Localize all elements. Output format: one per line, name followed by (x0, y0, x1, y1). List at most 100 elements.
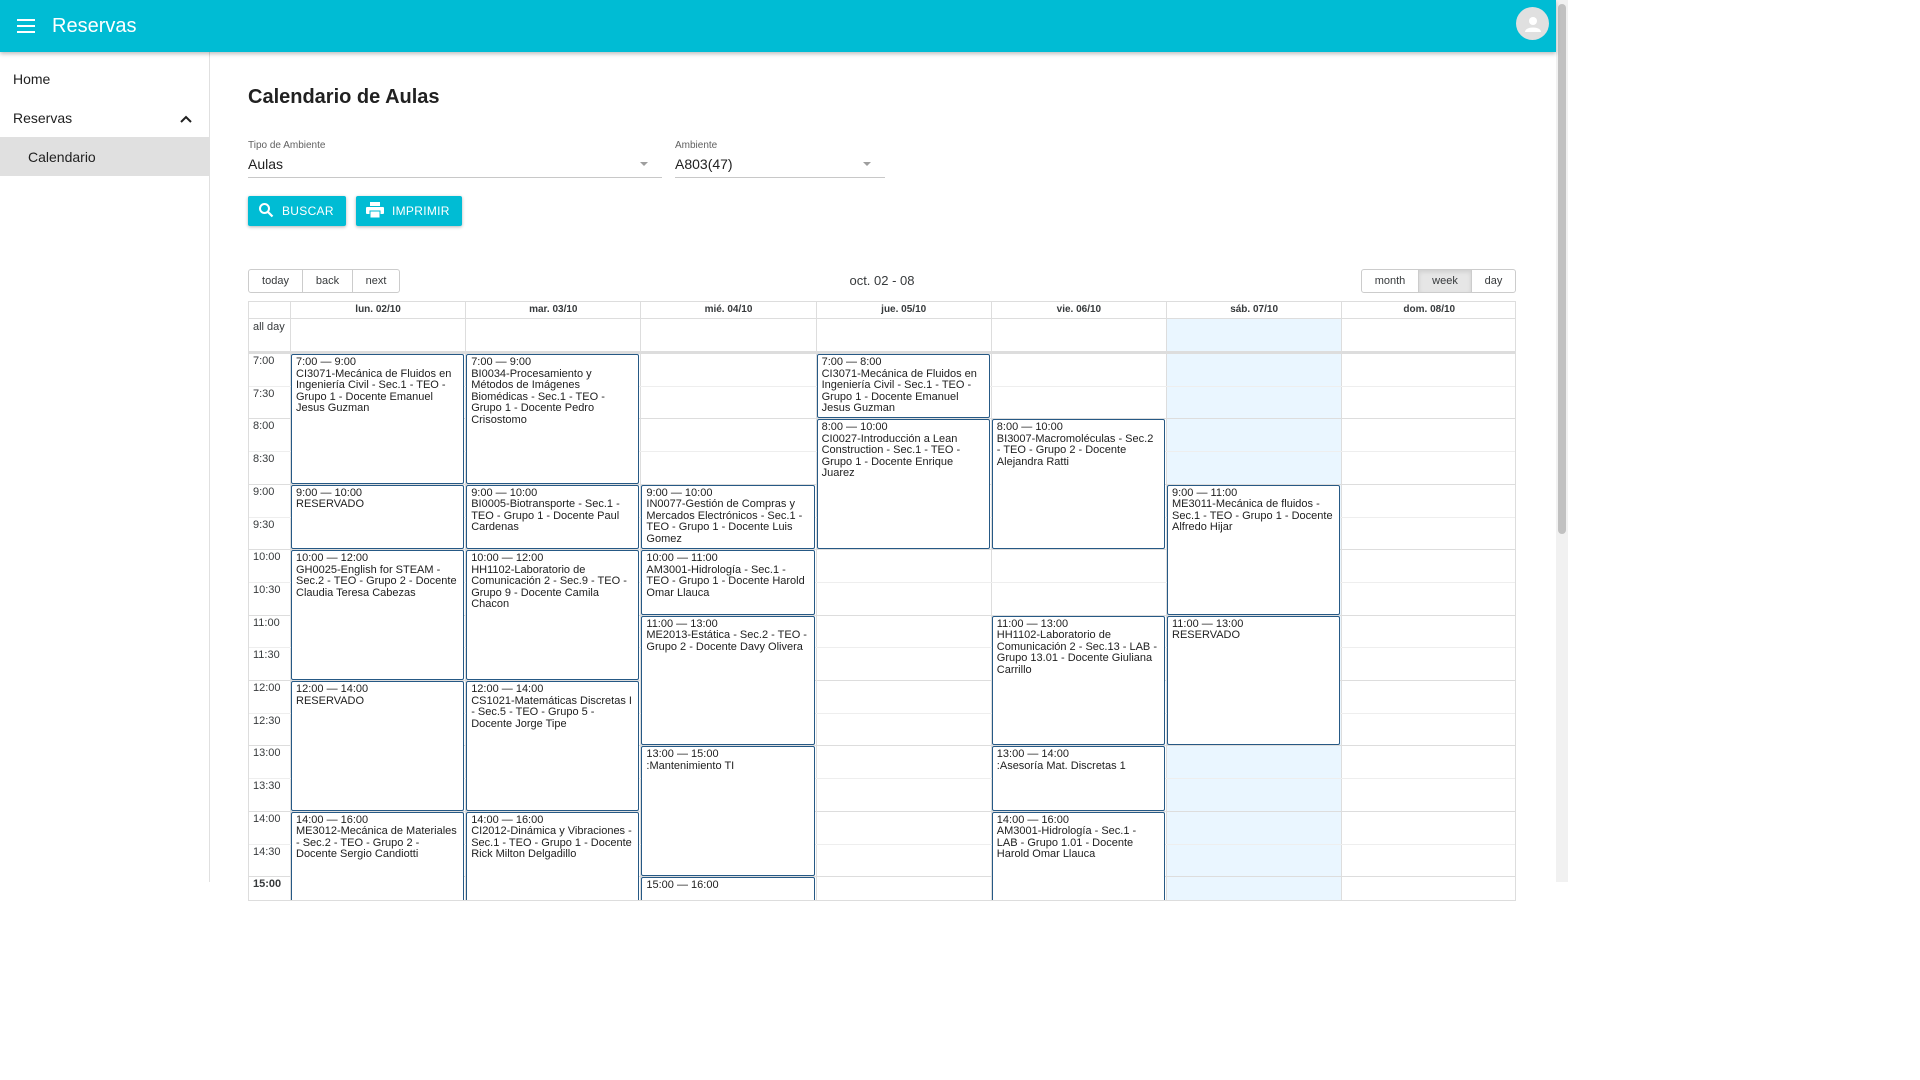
calendar-toolbar: today back next oct. 02 - 08 month week … (248, 269, 1516, 293)
calendar-event[interactable]: 13:00 — 14:00:Asesoría Mat. Discretas 1 (991, 746, 1165, 811)
day-header[interactable]: vie. 06/10 (990, 302, 1166, 319)
day-header[interactable]: lun. 02/10 (290, 302, 465, 319)
day-header[interactable]: dom. 08/10 (1341, 302, 1515, 319)
next-button[interactable]: next (352, 269, 400, 293)
event-title: ME2013-Estática - Sec.2 - TEO - Grupo 2 … (646, 629, 807, 653)
ambiente-label: Ambiente (675, 140, 718, 151)
calendar-event[interactable]: 8:00 — 10:00 CI0027-Introducción a Lean C… (816, 419, 990, 550)
event-time: 10:00 — 12:00 (296, 552, 369, 565)
all-day-cell[interactable] (640, 319, 815, 351)
time-label: 13:00 (253, 747, 281, 760)
day-header-row: lun. 02/10 mar. 03/10 mié. 04/10 jue. 05/10… (249, 302, 1515, 319)
day-column[interactable] (1341, 353, 1515, 900)
calendar-event[interactable]: 11:00 — 13:00 ME2013-Estática - Sec.2 - T… (641, 615, 815, 746)
event-title: AM3001-Hidrología - Sec.1 - LAB - Grupo … (996, 825, 1137, 861)
calendar-event[interactable]: 7:00 — 8:00 CI3071-Mecánica de Fluidos en… (816, 354, 990, 419)
time-label: 12:30 (253, 714, 281, 727)
search-icon (258, 202, 274, 221)
all-day-label: all day (253, 321, 285, 333)
event-title: ME3012-Mecánica de Materiales - Sec.2 - … (296, 825, 457, 861)
event-title: CS1021-Matemáticas Discretas I - Sec.5 -… (471, 694, 632, 730)
day-header[interactable]: sáb. 07/10 (1166, 302, 1341, 319)
day-header[interactable]: mar. 03/10 (465, 302, 640, 319)
event-title: HH1102-Laboratorio de Comunicación 2 - S… (471, 563, 627, 611)
time-label: 10:00 (253, 551, 281, 564)
chevron-up-icon (180, 110, 192, 126)
scrollbar-thumb[interactable] (1558, 4, 1566, 534)
day-header[interactable]: mié. 04/10 (640, 302, 815, 319)
calendar-event[interactable]: 14:00 — 16:00 CI2012-Dinámica y Vibracion… (466, 811, 640, 900)
event-time: 7:00 — 9:00 (296, 356, 356, 368)
sidebar-item-calendario[interactable]: Calendario (0, 137, 209, 176)
view-week-button[interactable]: week (1418, 269, 1472, 293)
event-title: BI3007-Macromoléculas - Sec.2 - TEO - Gr… (996, 432, 1154, 468)
event-title: BI0005-Biotransporte - Sec.1 - TEO - Gru… (471, 498, 620, 534)
sidebar: Home Reservas Calendario (0, 52, 210, 882)
time-label: 14:00 (253, 812, 281, 825)
event-title: CI3071-Mecánica de Fluidos en Ingeniería… (296, 367, 452, 414)
time-label: 9:30 (253, 518, 275, 531)
event-title: CI0027-Introducción a Lean Construction … (821, 432, 961, 480)
imprimir-button[interactable]: IMPRIMIR (356, 196, 462, 226)
time-label: 12:00 (253, 682, 281, 694)
imprimir-label: IMPRIMIR (392, 204, 450, 218)
all-day-cell[interactable] (1166, 319, 1342, 351)
all-day-cell[interactable] (290, 319, 465, 351)
calendar-event[interactable]: 10:00 — 11:00 AM3001-Hidrología - Sec.1 -… (641, 550, 815, 615)
event-title: RESERVADO (296, 498, 365, 511)
ambiente-value: A803(47) (675, 156, 733, 172)
event-title: RESERVADO (1172, 629, 1241, 642)
time-label: 14:30 (253, 845, 281, 858)
event-title: AM3001-Hidrología - Sec.1 - TEO - Grupo … (646, 563, 805, 599)
buscar-button[interactable]: BUSCAR (248, 196, 346, 226)
view-month-button[interactable]: month (1361, 269, 1419, 293)
event-time: 7:00 — 9:00 (471, 356, 532, 368)
time-label: 7:00 (253, 355, 275, 367)
calendar-event[interactable]: 7:00 — 9:00 CI3071-Mecánica de Fluidos en… (291, 354, 465, 484)
dropdown-arrow-icon (863, 162, 871, 166)
sidebar-item-label: Calendario (28, 148, 96, 165)
calendar-event[interactable]: 7:00 — 9:00 BI0034-Procesamiento y Método… (466, 354, 640, 484)
ambiente-select[interactable]: Ambiente A803(47) (675, 140, 885, 178)
calendar-event[interactable]: 14:00 — 16:00 AM3001-Hidrología - Sec.1 -… (991, 811, 1165, 900)
all-day-cell[interactable] (815, 319, 991, 351)
tipo-ambiente-select[interactable]: Tipo de Ambiente Aulas (248, 140, 662, 178)
calendar-event[interactable]: 10:00 — 12:00 HH1102-Laboratorio de Comun… (466, 550, 640, 680)
calendar-event[interactable]: 9:00 — 10:00 BI0005-Biotransporte - Sec.1… (466, 484, 640, 550)
sidebar-item-home[interactable]: Home (0, 59, 209, 98)
sidebar-item-reservas[interactable]: Reservas (0, 98, 209, 137)
view-day-button[interactable]: day (1471, 269, 1516, 293)
event-title: ME3011-Mecánica de fluidos - Sec.1 - TEO… (1172, 498, 1333, 534)
calendar-event[interactable]: 9:00 — 10:00 IN0077-Gestión de Compras y … (641, 484, 815, 550)
calendar-event[interactable]: 12:00 — 14:00 RESERVADO (291, 681, 465, 811)
account-circle-icon[interactable] (1516, 7, 1549, 40)
calendar-event[interactable]: 8:00 — 10:00 BI3007-Macromoléculas - Sec.… (991, 419, 1165, 550)
buscar-label: BUSCAR (282, 204, 334, 218)
all-day-cell[interactable] (990, 319, 1166, 351)
tipo-ambiente-label: Tipo de Ambiente (248, 140, 326, 151)
calendar-event[interactable]: 13:00 — 15:00:Mantenimiento TI (641, 746, 815, 877)
today-button[interactable]: today (248, 269, 303, 293)
calendar-event[interactable]: 11:00 — 13:00 RESERVADO (1167, 615, 1341, 746)
calendar-event[interactable]: 10:00 — 12:00 GH0025-English for STEAM - … (291, 550, 465, 680)
calendar-event[interactable]: 9:00 — 11:00 ME3011-Mecánica de fluidos -… (1167, 484, 1341, 615)
print-icon (366, 201, 384, 221)
day-header[interactable]: jue. 05/10 (815, 302, 991, 319)
event-time: 10:00 — 12:00 (471, 552, 544, 565)
menu-icon[interactable] (0, 0, 52, 52)
all-day-cell[interactable] (1341, 319, 1515, 351)
dropdown-arrow-icon (640, 162, 648, 166)
all-day-cell[interactable] (465, 319, 640, 351)
calendar-event[interactable]: 11:00 — 13:00 HH1102-Laboratorio de Comun… (991, 615, 1165, 746)
tipo-ambiente-value: Aulas (248, 156, 284, 172)
calendar-event[interactable]: 15:00 — 16:00 (641, 877, 815, 900)
calendar-event[interactable]: 14:00 — 16:00 ME3012-Mecánica de Material… (291, 811, 465, 900)
event-title: CI2012-Dinámica y Vibraciones - Sec.1 - … (471, 825, 632, 861)
back-button[interactable]: back (302, 269, 353, 293)
calendar-event[interactable]: 12:00 — 14:00 CS1021-Matemáticas Discreta… (466, 681, 640, 811)
page-scrollbar[interactable] (1556, 0, 1568, 882)
calendar-event[interactable]: 9:00 — 10:00 RESERVADO (291, 484, 465, 550)
page-title: Calendario de Aulas (248, 86, 440, 108)
nav-button-group: today back next (248, 269, 400, 293)
view-button-group: month week day (1361, 269, 1516, 293)
